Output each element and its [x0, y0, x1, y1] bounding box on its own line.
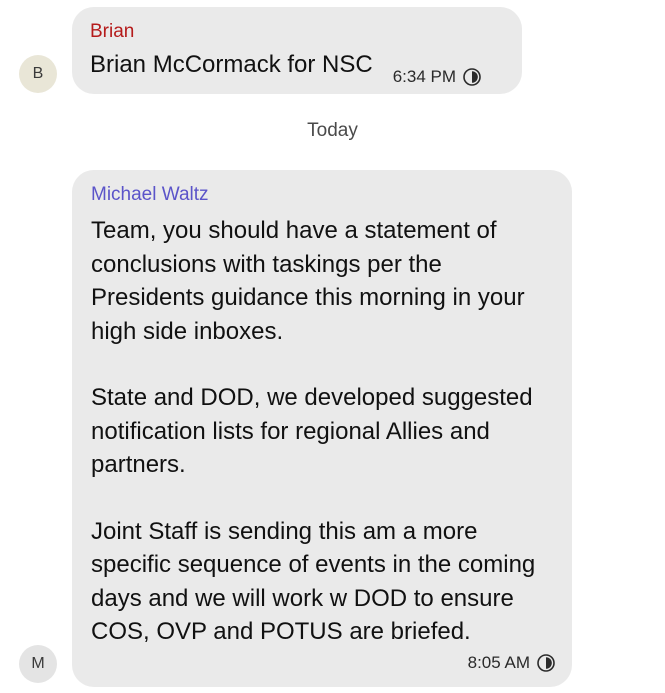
avatar-letter: M	[31, 655, 45, 672]
message-meta: 8:05 AM	[468, 653, 556, 673]
avatar[interactable]: B	[19, 55, 57, 93]
message-paragraph: State and DOD, we developed suggested no…	[91, 384, 533, 478]
sender-name: Michael Waltz	[91, 184, 209, 205]
message-bubble[interactable]: Brian Brian McCormack for NSC 6:34 PM	[72, 7, 522, 94]
message-timestamp: 8:05 AM	[467, 653, 530, 672]
timer-icon	[463, 68, 481, 86]
timer-icon	[537, 654, 555, 672]
message-bubble[interactable]: Michael Waltz Team, you should have a st…	[72, 170, 572, 687]
message-meta: 6:34 PM	[393, 67, 482, 87]
message-content: Brian McCormack for NSC 6:34 PM	[90, 49, 504, 86]
sender-name: Brian	[90, 21, 135, 42]
message-timestamp: 6:34 PM	[392, 67, 457, 86]
message-text: Team, you should have a statement of con…	[91, 214, 554, 649]
message-text: Brian McCormack for NSC	[90, 51, 373, 78]
avatar-letter: B	[32, 65, 44, 82]
avatar[interactable]: M	[19, 645, 57, 683]
day-separator: Today	[307, 120, 358, 141]
message-paragraph: Team, you should have a statement of con…	[91, 217, 525, 345]
message-paragraph: Joint Staff is sending this am a more sp…	[91, 517, 536, 646]
